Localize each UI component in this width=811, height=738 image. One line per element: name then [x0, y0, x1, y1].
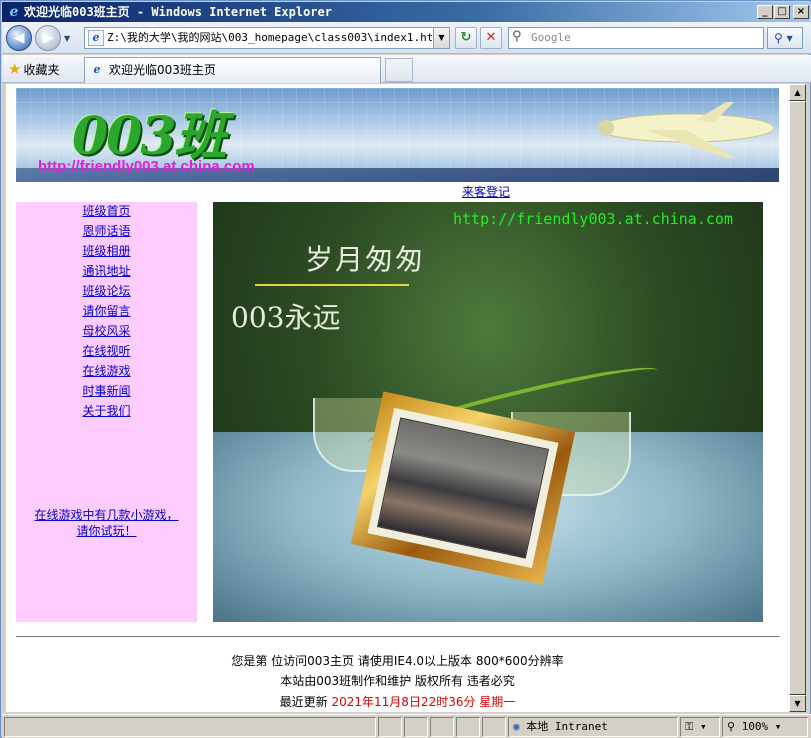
stop-button[interactable]: ✕	[480, 27, 502, 49]
tab-row: ★ 收藏夹 e 欢迎光临003班主页	[2, 55, 811, 83]
page-viewport: 003班 http://friendly003.at.china.com 来客登…	[6, 84, 789, 712]
browser-window: e 欢迎光临003班主页 - Windows Internet Explorer…	[0, 0, 811, 738]
photo-mat	[367, 407, 559, 569]
new-tab-button[interactable]	[385, 58, 413, 82]
tab-page-icon: e	[93, 63, 101, 76]
scroll-up-icon[interactable]: ▲	[789, 84, 806, 101]
lock-icon: ⚿	[685, 720, 694, 733]
search-icon: ⚲	[774, 31, 783, 45]
updated-label: 最近更新	[279, 695, 332, 709]
banner-url: http://friendly003.at.china.com	[38, 158, 255, 175]
status-cell	[430, 717, 454, 737]
zoom-icon: ⚲	[727, 720, 736, 733]
footer-updated: 最近更新 2021年11月8日22时36分 星期一	[6, 693, 789, 710]
search-input[interactable]: Google	[531, 28, 571, 48]
updated-date: 2021年11月8日22时36分 星期一	[331, 695, 516, 709]
hero-divider	[255, 284, 409, 286]
hero-image: http://friendly003.at.china.com 岁月匆匆 003…	[213, 202, 763, 622]
history-dropdown-icon[interactable]: ▼	[64, 34, 70, 43]
games-note-link[interactable]: 在线游戏中有几款小游戏，请你试玩！	[16, 507, 197, 539]
nav-about[interactable]: 关于我们	[16, 402, 197, 420]
forward-button[interactable]: ▶	[35, 25, 61, 51]
window-title: 欢迎光临003班主页 - Windows Internet Explorer	[24, 5, 332, 19]
nav-message[interactable]: 请你留言	[16, 302, 197, 320]
status-bar: ◉ 本地 Intranet ⚿ ▾ ⚲ 100% ▾	[2, 714, 811, 738]
status-cell	[404, 717, 428, 737]
footer-copyright: 本站由003班制作和维护 版权所有 违者必究	[280, 674, 515, 688]
protected-mode[interactable]: ⚿ ▾	[680, 717, 720, 737]
status-cell	[482, 717, 506, 737]
security-zone[interactable]: ◉ 本地 Intranet	[508, 717, 678, 737]
back-arrow-icon: ◀	[13, 30, 25, 46]
minimize-button[interactable]: _	[757, 5, 773, 19]
airplane-icon	[597, 102, 775, 158]
hero-url: http://friendly003.at.china.com	[453, 210, 733, 228]
nav-contacts[interactable]: 通讯地址	[16, 262, 197, 280]
maximize-button[interactable]: □	[774, 5, 790, 19]
guestbook-link[interactable]: 来客登记	[462, 183, 510, 200]
star-icon: ★	[8, 60, 22, 78]
hero-slogan-1: 岁月匆匆	[305, 243, 426, 276]
nav-teacher[interactable]: 恩师话语	[16, 222, 197, 240]
vertical-scrollbar[interactable]: ▲ ▼	[789, 84, 806, 712]
zone-label: 本地 Intranet	[526, 720, 608, 733]
zoom-level: 100%	[741, 720, 769, 733]
footer-divider	[16, 636, 780, 637]
forward-arrow-icon: ▶	[42, 30, 54, 46]
hero-slogan-2: 003永远	[231, 301, 341, 334]
left-nav: 班级首页 恩师话语 班级相册 通讯地址 班级论坛 请你留言 母校风采 在线视听 …	[16, 202, 197, 622]
class-photo	[377, 417, 549, 559]
address-input[interactable]: Z:\我的大学\我的网站\003_homepage\class003\index…	[107, 28, 432, 48]
zoom-control[interactable]: ⚲ 100% ▾	[722, 717, 808, 737]
nav-album[interactable]: 班级相册	[16, 242, 197, 260]
footer-visits: 您是第 位访问003主页 请使用IE4.0以上版本 800*600分辨率	[231, 654, 564, 668]
tab-active[interactable]: e 欢迎光临003班主页	[84, 57, 381, 83]
close-button[interactable]: ×	[793, 5, 809, 19]
status-cell	[378, 717, 402, 737]
page-icon: e	[88, 30, 104, 46]
nav-forum[interactable]: 班级论坛	[16, 282, 197, 300]
address-dropdown-icon[interactable]: ▼	[433, 28, 449, 48]
nav-news[interactable]: 时事新闻	[16, 382, 197, 400]
address-bar[interactable]: e Z:\我的大学\我的网站\003_homepage\class003\ind…	[84, 27, 450, 49]
nav-games[interactable]: 在线游戏	[16, 362, 197, 380]
title-bar: e 欢迎光临003班主页 - Windows Internet Explorer…	[2, 2, 811, 22]
ie-logo-icon: e	[9, 4, 19, 20]
refresh-button[interactable]: ↻	[455, 27, 477, 49]
scroll-down-icon[interactable]: ▼	[789, 695, 806, 712]
nav-home[interactable]: 班级首页	[16, 202, 197, 220]
back-button[interactable]: ◀	[6, 25, 32, 51]
globe-icon: ◉	[513, 720, 520, 733]
scroll-thumb[interactable]	[789, 101, 806, 695]
search-box[interactable]: ⚲ Google	[508, 27, 764, 49]
search-engine-icon: ⚲	[512, 29, 522, 44]
search-button[interactable]: ⚲ ▾	[767, 27, 803, 49]
status-cell	[456, 717, 480, 737]
tab-label: 欢迎光临003班主页	[109, 63, 216, 77]
nav-media[interactable]: 在线视听	[16, 342, 197, 360]
favorites-button[interactable]: ★ 收藏夹	[8, 60, 59, 79]
nav-school[interactable]: 母校风采	[16, 322, 197, 340]
status-text	[4, 717, 376, 737]
header-banner: 003班 http://friendly003.at.china.com	[16, 88, 779, 182]
favorites-label: 收藏夹	[23, 63, 60, 77]
navigation-bar: ◀ ▶ ▼ e Z:\我的大学\我的网站\003_homepage\class0…	[2, 22, 811, 54]
